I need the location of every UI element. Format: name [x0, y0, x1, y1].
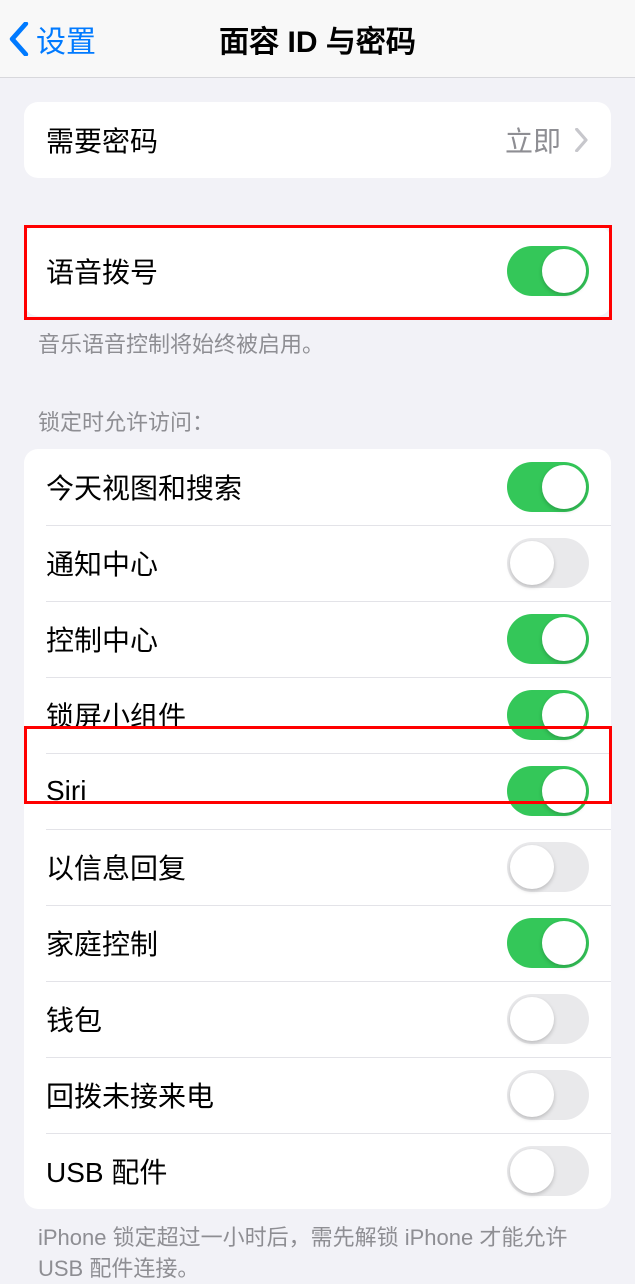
allow-access-toggle[interactable]	[507, 766, 589, 816]
allow-access-item-label: 家庭控制	[46, 923, 158, 963]
allow-access-toggle[interactable]	[507, 462, 589, 512]
allow-access-item-label: 锁屏小组件	[46, 695, 186, 735]
allow-access-toggle[interactable]	[507, 842, 589, 892]
back-button[interactable]: 设置	[8, 17, 96, 61]
page-title: 面容 ID 与密码	[219, 17, 416, 61]
allow-access-toggle[interactable]	[507, 1070, 589, 1120]
require-passcode-value-wrap: 立即	[505, 120, 589, 160]
allow-access-toggle[interactable]	[507, 614, 589, 664]
voice-dial-row: 语音拨号	[24, 226, 611, 316]
allow-access-row: 以信息回复	[24, 829, 611, 905]
navbar: 设置 面容 ID 与密码	[0, 0, 635, 78]
allow-access-row: 钱包	[24, 981, 611, 1057]
require-passcode-group: 需要密码 立即	[24, 102, 611, 178]
allow-access-item-label: 通知中心	[46, 543, 158, 583]
allow-access-item-label: USB 配件	[46, 1151, 167, 1191]
allow-access-item-label: 以信息回复	[46, 847, 186, 887]
back-label: 设置	[36, 17, 96, 61]
allow-access-row: 控制中心	[24, 601, 611, 677]
allow-access-footer: iPhone 锁定超过一小时后，需先解锁 iPhone 才能允许 USB 配件连…	[0, 1209, 635, 1284]
allow-access-toggle[interactable]	[507, 994, 589, 1044]
allow-access-toggle[interactable]	[507, 538, 589, 588]
voice-dial-group: 语音拨号	[24, 226, 611, 316]
allow-access-row: USB 配件	[24, 1133, 611, 1209]
allow-access-item-label: 控制中心	[46, 619, 158, 659]
allow-access-row: 家庭控制	[24, 905, 611, 981]
allow-access-toggle[interactable]	[507, 690, 589, 740]
allow-access-group: 今天视图和搜索通知中心控制中心锁屏小组件 Siri 以信息回复家庭控制钱包回拨未接来…	[24, 449, 611, 1209]
require-passcode-label: 需要密码	[46, 120, 158, 160]
allow-access-row: 锁屏小组件	[24, 677, 611, 753]
allow-access-item-label: 回拨未接来电	[46, 1075, 214, 1115]
chevron-right-icon	[575, 128, 589, 152]
require-passcode-value: 立即	[505, 120, 561, 160]
voice-dial-label: 语音拨号	[46, 251, 158, 291]
allow-access-row: 通知中心	[24, 525, 611, 601]
allow-access-row: 今天视图和搜索	[24, 449, 611, 525]
require-passcode-row[interactable]: 需要密码 立即	[24, 102, 611, 178]
voice-dial-toggle[interactable]	[507, 246, 589, 296]
allow-access-row: Siri	[24, 753, 611, 829]
allow-access-row: 回拨未接来电	[24, 1057, 611, 1133]
allow-access-toggle[interactable]	[507, 1146, 589, 1196]
allow-access-toggle[interactable]	[507, 918, 589, 968]
voice-dial-footer: 音乐语音控制将始终被启用。	[0, 316, 635, 361]
allow-access-item-label: 钱包	[46, 999, 102, 1039]
allow-access-item-label: 今天视图和搜索	[46, 467, 242, 507]
chevron-left-icon	[8, 22, 30, 56]
allow-access-header: 锁定时允许访问：	[0, 405, 635, 449]
allow-access-item-label: Siri	[46, 775, 86, 807]
